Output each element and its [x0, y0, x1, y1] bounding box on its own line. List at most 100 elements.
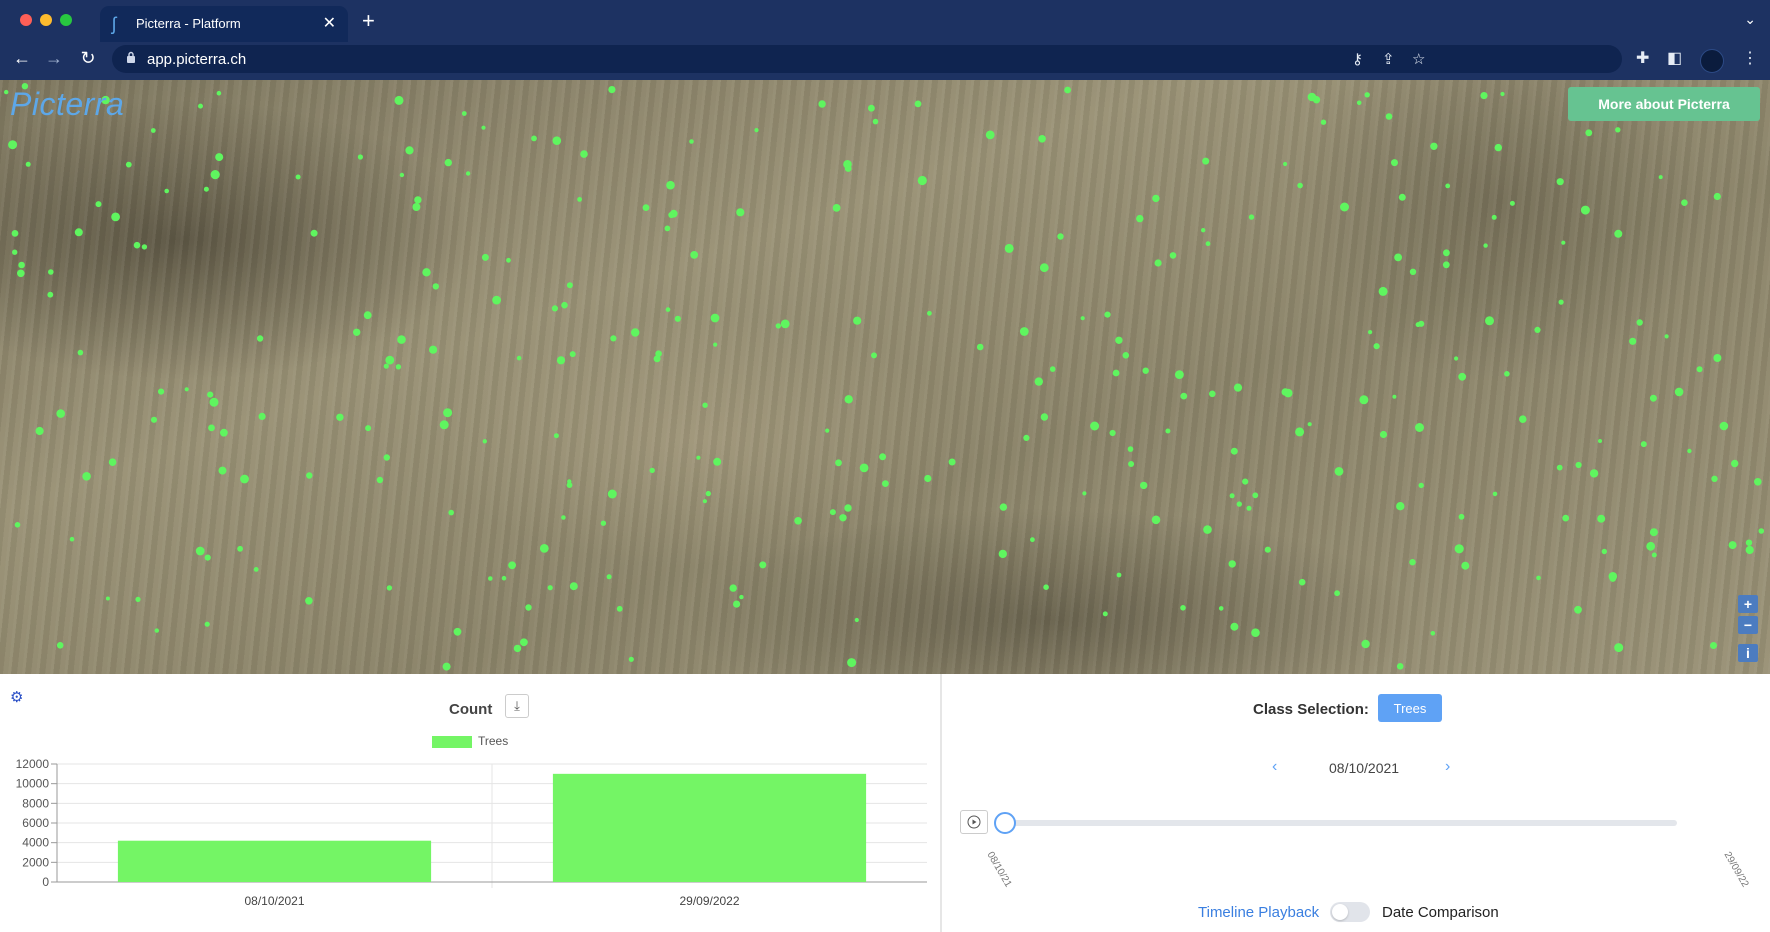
x-tick-label: 08/10/2021 [244, 894, 304, 908]
reload-icon[interactable]: ↻ [76, 46, 100, 70]
tree-detection [141, 244, 148, 250]
tree-detection [1409, 268, 1417, 275]
aerial-map[interactable]: Picterra More about Picterra + − i [0, 80, 1770, 674]
bookmark-star-icon[interactable]: ☆ [1412, 50, 1425, 68]
tree-detection [556, 356, 566, 365]
tree-detection [1649, 528, 1658, 537]
tree-detection [665, 307, 671, 312]
class-trees-button[interactable]: Trees [1378, 694, 1442, 722]
timeline-start-tick: 08/10/21 [984, 850, 1014, 890]
tree-detection [1430, 631, 1436, 636]
map-info-button[interactable]: i [1738, 644, 1758, 662]
tree-detection [1461, 561, 1470, 570]
tree-detection [1038, 135, 1046, 143]
tree-detection [482, 439, 487, 444]
profile-avatar[interactable] [1700, 49, 1724, 73]
picterra-logo[interactable]: Picterra [10, 86, 124, 123]
mode-toggle-switch[interactable] [1330, 902, 1370, 922]
tree-detection [215, 153, 224, 162]
tree-detection [561, 301, 568, 309]
tree-detection [702, 402, 708, 408]
tree-detection [240, 474, 249, 484]
timeline-slider-handle[interactable] [994, 812, 1016, 834]
y-tick-label: 10000 [16, 777, 50, 791]
tree-detection [847, 658, 857, 668]
tree-detection [1109, 429, 1116, 437]
zoom-in-button[interactable]: + [1738, 595, 1758, 613]
tree-detection [853, 316, 862, 325]
tree-detection [198, 103, 203, 109]
address-bar[interactable]: app.picterra.ch ⚷ ⇪ ☆ [112, 45, 1622, 73]
settings-gear-icon[interactable]: ⚙ [10, 688, 23, 706]
tree-detection [1519, 415, 1527, 424]
next-date-chevron-icon[interactable]: › [1445, 758, 1450, 776]
tree-detection [1601, 548, 1608, 555]
browser-menu-kebab-icon[interactable]: ⋮ [1742, 48, 1758, 68]
previous-date-chevron-icon[interactable]: ‹ [1272, 758, 1277, 776]
y-tick-label: 12000 [16, 757, 50, 771]
tree-detection [1104, 311, 1111, 318]
new-tab-button[interactable]: + [362, 10, 375, 32]
tree-detection [1209, 390, 1216, 398]
tree-detection [917, 175, 927, 186]
tree-detection [1494, 143, 1503, 152]
tree-detection [631, 328, 640, 337]
tree-detection [1128, 461, 1135, 467]
download-icon: ⤓ [514, 698, 520, 713]
y-tick-label: 2000 [22, 855, 49, 869]
tree-detection [195, 546, 205, 556]
key-icon[interactable]: ⚷ [1352, 50, 1363, 68]
tree-detection [1500, 91, 1505, 97]
timeline-playback-label[interactable]: Timeline Playback [1198, 904, 1319, 921]
close-window-dot[interactable] [20, 14, 32, 26]
tree-detection [729, 584, 737, 592]
extensions-puzzle-icon[interactable]: ✚ [1636, 48, 1649, 68]
tree-detection [48, 269, 54, 275]
tree-detection [1562, 514, 1570, 522]
legend-swatch[interactable] [432, 736, 472, 748]
tree-detection [383, 363, 389, 369]
tree-detection [47, 291, 54, 298]
back-arrow-icon[interactable]: ← [10, 46, 34, 70]
tree-detection [1127, 446, 1134, 452]
tree-detection [1379, 430, 1388, 439]
tree-detection [17, 269, 25, 278]
tree-detection [1233, 383, 1243, 392]
tree-detection [1614, 229, 1623, 238]
timeline-slider-track[interactable] [1004, 820, 1677, 826]
share-icon[interactable]: ⇪ [1382, 50, 1395, 68]
download-button[interactable]: ⤓ [505, 694, 529, 718]
date-comparison-label[interactable]: Date Comparison [1382, 904, 1499, 921]
url-text[interactable]: app.picterra.ch [147, 51, 246, 68]
tree-detection [649, 467, 655, 474]
tree-detection [1556, 464, 1563, 471]
tree-detection [1681, 199, 1688, 206]
zoom-out-button[interactable]: − [1738, 616, 1758, 634]
tree-detection [1454, 356, 1459, 361]
tree-detection [1580, 205, 1590, 215]
tree-detection [461, 111, 467, 116]
more-about-button[interactable]: More about Picterra [1568, 87, 1760, 121]
tab-close-icon[interactable]: ✕ [323, 13, 336, 33]
play-button[interactable] [960, 810, 988, 834]
tree-detection [1392, 394, 1397, 399]
tree-detection [1558, 299, 1564, 305]
count-chart-panel: ⚙ Count ⤓ Trees 0 2000 4000 6000 8000 10000 12… [0, 674, 940, 932]
forward-arrow-icon[interactable]: → [42, 46, 66, 70]
tree-detection [553, 433, 559, 439]
tree-detection [108, 458, 117, 467]
tree-detection [1398, 193, 1406, 201]
maximize-window-dot[interactable] [60, 14, 72, 26]
count-bar-chart: 0 2000 4000 6000 8000 10000 12000 08/10/2021 29/… [16, 757, 927, 908]
tree-detection [1614, 643, 1624, 653]
sidebar-toggle-icon[interactable]: ◧ [1667, 48, 1682, 68]
tree-detection [35, 426, 44, 436]
tree-detection [74, 228, 83, 237]
tree-detection [439, 420, 449, 430]
browser-tab[interactable]: ʃ Picterra - Platform ✕ [100, 6, 348, 42]
tree-detection [1556, 178, 1564, 186]
minimize-window-dot[interactable] [40, 14, 52, 26]
tab-menu-chevron-icon[interactable]: ⌄ [1744, 11, 1756, 28]
tree-detection [82, 472, 91, 481]
tree-detection [1711, 475, 1718, 482]
